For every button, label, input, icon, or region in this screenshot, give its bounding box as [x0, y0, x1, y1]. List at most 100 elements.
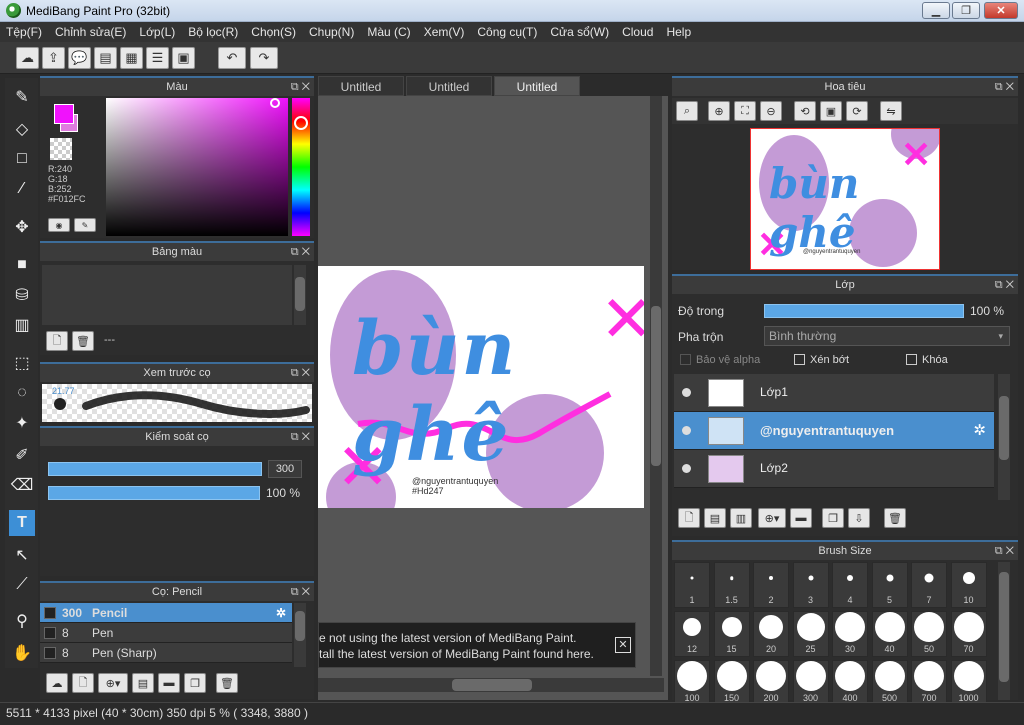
duplicate-brush-icon[interactable]: ❐	[184, 673, 206, 693]
tab-untitled-1[interactable]: Untitled	[318, 76, 404, 96]
magic-wand-tool-icon[interactable]: ✦	[9, 410, 35, 436]
menu-window[interactable]: Cửa sổ(W)	[550, 25, 609, 39]
brush-size-3[interactable]: 3	[792, 562, 829, 608]
sv-cursor[interactable]	[270, 98, 280, 108]
menu-capture[interactable]: Chụp(N)	[309, 25, 354, 39]
fit-icon[interactable]: ⛶	[734, 101, 756, 121]
color-picker-button[interactable]: ✎	[74, 218, 96, 232]
notice-close-icon[interactable]: ✕	[615, 637, 631, 653]
select-pen-tool-icon[interactable]: ✐	[9, 442, 35, 468]
brush-size-150[interactable]: 150	[713, 660, 750, 702]
brush-size-2[interactable]: 2	[753, 562, 789, 608]
maximize-button[interactable]: ❐	[952, 2, 980, 19]
delete-layer-icon[interactable]: 🗑	[884, 508, 906, 528]
zoom-out-icon[interactable]: ⊖	[760, 101, 782, 121]
rectangle-tool-icon[interactable]: □	[9, 146, 35, 172]
layer-scrollbar[interactable]	[998, 374, 1010, 500]
navigator-preview[interactable]: ✕ ✕ bùn ghê @nguyentrantuquyen	[750, 128, 940, 270]
brush-size-700[interactable]: 700	[911, 660, 947, 702]
brush-item-pen[interactable]: 8 Pen	[40, 623, 292, 643]
hue-cursor[interactable]	[294, 116, 308, 130]
add-layer-menu-icon[interactable]: ⊕▾	[758, 508, 786, 528]
panel-controls[interactable]: ⧉ ✕	[291, 364, 310, 382]
panel-controls[interactable]: ⧉ ✕	[995, 78, 1014, 96]
minimize-button[interactable]: ▁	[922, 2, 950, 19]
flip-icon[interactable]: ⇋	[880, 101, 902, 121]
protect-alpha-checkbox[interactable]	[680, 354, 691, 365]
hand-tool-icon[interactable]: ✋	[9, 640, 35, 666]
merge-layer-icon[interactable]: ⇩	[848, 508, 870, 528]
canvas-vscrollbar[interactable]	[650, 96, 662, 676]
list-icon[interactable]: ☰	[146, 47, 169, 69]
new-halftone-layer-icon[interactable]: ▤	[704, 508, 726, 528]
brush-size-50[interactable]: 50	[911, 611, 947, 657]
delete-palette-icon[interactable]: 🗑	[72, 331, 94, 351]
brush-size-7[interactable]: 7	[911, 562, 947, 608]
brush-size-25[interactable]: 25	[792, 611, 829, 657]
color-mode-button[interactable]: ◉	[48, 218, 70, 232]
brush-size-500[interactable]: 500	[871, 660, 908, 702]
brush-size-1[interactable]: 1	[674, 562, 710, 608]
add-brush-icon[interactable]: ⊕▾	[98, 673, 128, 693]
dot-tool-icon[interactable]: ⁄	[9, 176, 35, 202]
layer-row-lop1[interactable]: Lớp1	[674, 374, 994, 412]
lock-checkbox[interactable]	[906, 354, 917, 365]
menu-cloud[interactable]: Cloud	[622, 25, 653, 39]
artwork-canvas[interactable]: ✕ ✕ bùn ghê @nguyentrantuquyen #Hd247	[318, 266, 644, 508]
visibility-icon[interactable]	[682, 388, 691, 397]
saturation-value-picker[interactable]	[106, 98, 288, 236]
message-icon[interactable]: ▤	[94, 47, 117, 69]
upload-icon[interactable]: ⇪	[42, 47, 65, 69]
tab-untitled-2[interactable]: Untitled	[406, 76, 492, 96]
document-icon[interactable]: ▦	[120, 47, 143, 69]
tab-untitled-3[interactable]: Untitled	[494, 76, 580, 96]
delete-brush-icon[interactable]: 🗑	[216, 673, 238, 693]
close-button[interactable]: ✕	[984, 2, 1018, 19]
new-1bit-layer-icon[interactable]: ▥	[730, 508, 752, 528]
brush-tool-icon[interactable]: ✎	[9, 84, 35, 110]
brush-size-12[interactable]: 12	[674, 611, 710, 657]
eyedropper-tool-icon[interactable]: ⚲	[9, 608, 35, 634]
text-tool-icon[interactable]: T	[9, 510, 35, 536]
zoom-icon[interactable]: ⌕	[676, 101, 698, 121]
brush-size-4[interactable]: 4	[832, 562, 868, 608]
brush-size-scrollbar[interactable]	[998, 562, 1010, 700]
blend-mode-select[interactable]: Bình thường ▾	[764, 326, 1010, 346]
brush-size-70[interactable]: 70	[950, 611, 987, 657]
brush-opacity-slider[interactable]	[48, 486, 260, 500]
hue-slider[interactable]	[292, 98, 310, 236]
undo-icon[interactable]: ↶	[218, 47, 246, 69]
layer-row-text[interactable]: @nguyentrantuquyen ✲	[674, 412, 994, 450]
brush-size-5[interactable]: 5	[871, 562, 908, 608]
brush-size-20[interactable]: 20	[753, 611, 789, 657]
brush-settings-icon[interactable]: ▤	[132, 673, 154, 693]
panel-controls[interactable]: ⧉ ✕	[291, 243, 310, 261]
foreground-color-swatch[interactable]	[54, 104, 74, 124]
menu-file[interactable]: Tệp(F)	[6, 25, 42, 39]
brush-size-200[interactable]: 200	[753, 660, 789, 702]
fill-rect-tool-icon[interactable]: ■	[9, 252, 35, 278]
brush-size-1000[interactable]: 1000	[950, 660, 987, 702]
redo-icon[interactable]: ↷	[250, 47, 278, 69]
gear-icon[interactable]: ✲	[276, 603, 286, 623]
brush-item-pencil[interactable]: 300 Pencil ✲	[40, 603, 292, 623]
brush-size-1.5[interactable]: 1.5	[713, 562, 750, 608]
brush-cloud-icon[interactable]: ☁	[46, 673, 68, 693]
panel-controls[interactable]: ⧉ ✕	[995, 276, 1014, 294]
menu-edit[interactable]: Chỉnh sửa(E)	[55, 25, 126, 39]
visibility-icon[interactable]	[682, 464, 691, 473]
menu-help[interactable]: Help	[666, 25, 691, 39]
menu-color[interactable]: Màu (C)	[367, 25, 410, 39]
menu-filter[interactable]: Bộ lọc(R)	[188, 25, 238, 39]
layer-folder-icon[interactable]: ▬	[790, 508, 812, 528]
brush-size-value[interactable]: 300	[268, 460, 302, 478]
move-tool-icon[interactable]: ✥	[9, 214, 35, 240]
panel-controls[interactable]: ⧉ ✕	[291, 583, 310, 601]
new-brush-icon[interactable]: 🗋	[72, 673, 94, 693]
palette-area[interactable]	[42, 265, 292, 325]
panel-controls[interactable]: ⧉ ✕	[995, 542, 1014, 560]
menu-view[interactable]: Xem(V)	[424, 25, 465, 39]
rotate-left-icon[interactable]: ⟲	[794, 101, 816, 121]
brush-size-10[interactable]: 10	[950, 562, 987, 608]
new-palette-icon[interactable]: 🗋	[46, 331, 68, 351]
